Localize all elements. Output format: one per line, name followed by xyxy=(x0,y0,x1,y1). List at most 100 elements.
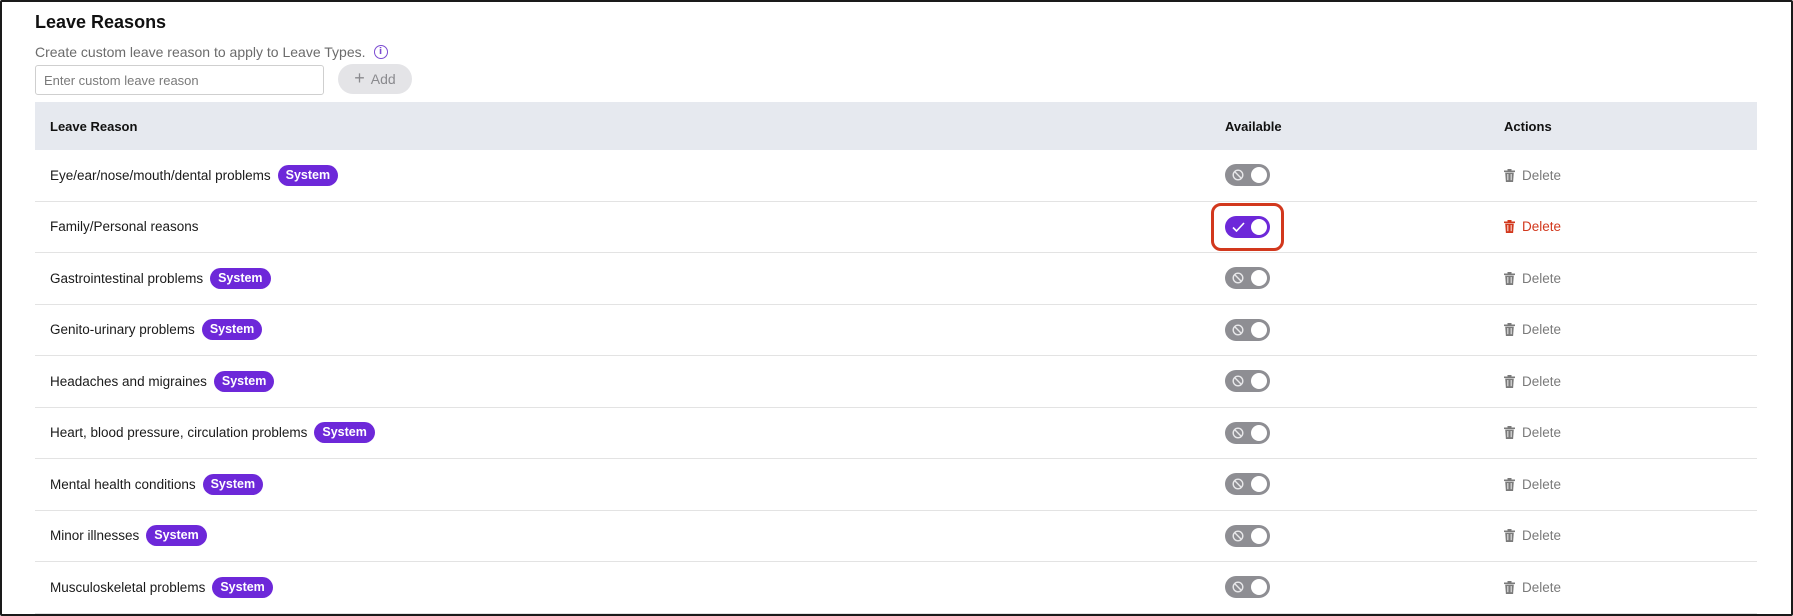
available-toggle[interactable] xyxy=(1225,524,1270,547)
leave-reason-label: Family/Personal reasons xyxy=(50,219,199,235)
available-toggle[interactable] xyxy=(1225,267,1270,290)
table-row: Gastrointestinal problems System Delete xyxy=(35,253,1757,305)
leave-reason-cell: Family/Personal reasons xyxy=(35,219,1208,234)
add-button[interactable]: + Add xyxy=(338,64,412,94)
actions-cell: Delete xyxy=(1490,528,1757,543)
delete-label: Delete xyxy=(1522,476,1562,492)
available-toggle-wrapper xyxy=(1225,524,1270,547)
available-toggle-wrapper xyxy=(1225,318,1270,341)
trash-icon xyxy=(1504,374,1515,388)
leave-reason-cell: Minor illnesses System xyxy=(35,525,1208,547)
table-row: Headaches and migraines System Delete xyxy=(35,356,1757,408)
delete-label: Delete xyxy=(1522,425,1562,441)
available-toggle[interactable] xyxy=(1225,576,1270,599)
toggle-knob xyxy=(1251,218,1267,235)
available-toggle[interactable] xyxy=(1225,370,1270,393)
available-toggle-wrapper xyxy=(1225,576,1270,599)
available-toggle-wrapper xyxy=(1225,421,1270,444)
toggle-knob xyxy=(1251,424,1267,441)
delete-label: Delete xyxy=(1522,219,1562,235)
delete-button[interactable]: Delete xyxy=(1504,219,1561,234)
toggle-knob xyxy=(1251,579,1267,596)
table-row: Musculoskeletal problems System Delete xyxy=(35,562,1757,614)
table-row: Heart, blood pressure, circulation probl… xyxy=(35,408,1757,459)
leave-reason-cell: Genito-urinary problems System xyxy=(35,319,1208,341)
available-cell xyxy=(1208,524,1490,547)
available-toggle[interactable] xyxy=(1225,473,1270,496)
table-body: Eye/ear/nose/mouth/dental problems System… xyxy=(35,150,1757,614)
trash-icon xyxy=(1504,529,1515,543)
available-cell xyxy=(1208,421,1490,444)
available-cell xyxy=(1208,202,1490,251)
subtitle-text: Create custom leave reason to apply to L… xyxy=(35,44,366,60)
ban-icon xyxy=(1231,476,1245,492)
system-badge: System xyxy=(314,422,375,444)
table-row: Minor illnesses System Delete xyxy=(35,511,1757,562)
system-badge: System xyxy=(212,576,273,598)
leave-reason-label: Gastrointestinal problems xyxy=(50,270,204,286)
leave-reason-cell: Heart, blood pressure, circulation probl… xyxy=(35,422,1208,444)
available-cell xyxy=(1208,318,1490,341)
header-available: Available xyxy=(1225,118,1282,134)
trash-icon xyxy=(1504,580,1515,594)
ban-icon xyxy=(1231,579,1245,595)
leave-reason-cell: Musculoskeletal problems System xyxy=(35,576,1208,598)
trash-icon xyxy=(1504,426,1515,440)
custom-leave-reason-input[interactable] xyxy=(35,65,324,95)
leave-reason-cell: Eye/ear/nose/mouth/dental problems System xyxy=(35,164,1208,186)
delete-label: Delete xyxy=(1522,322,1562,338)
delete-button[interactable]: Delete xyxy=(1504,374,1561,389)
trash-icon xyxy=(1504,168,1515,182)
delete-button[interactable]: Delete xyxy=(1504,271,1561,286)
actions-cell: Delete xyxy=(1490,425,1757,440)
available-cell xyxy=(1208,267,1490,290)
trash-icon xyxy=(1504,477,1515,491)
available-toggle[interactable] xyxy=(1225,164,1270,187)
toggle-knob xyxy=(1251,270,1267,287)
leave-reasons-table: Leave Reason Available Actions Eye/ear/n… xyxy=(35,102,1757,614)
actions-cell: Delete xyxy=(1490,168,1757,183)
system-badge: System xyxy=(210,267,271,289)
actions-cell: Delete xyxy=(1490,374,1757,389)
actions-cell: Delete xyxy=(1490,580,1757,595)
actions-cell: Delete xyxy=(1490,219,1757,234)
system-badge: System xyxy=(277,164,339,186)
delete-button[interactable]: Delete xyxy=(1504,168,1561,183)
leave-reasons-panel: Leave Reasons Create custom leave reason… xyxy=(0,0,1793,616)
delete-label: Delete xyxy=(1522,373,1562,389)
section-subtitle: Create custom leave reason to apply to L… xyxy=(35,44,388,60)
leave-reason-label: Musculoskeletal problems xyxy=(50,579,206,595)
available-toggle-wrapper xyxy=(1225,267,1270,290)
leave-reason-label: Minor illnesses xyxy=(50,528,140,544)
header-leave-reason: Leave Reason xyxy=(50,118,138,134)
check-icon xyxy=(1231,219,1245,235)
delete-label: Delete xyxy=(1522,270,1562,286)
actions-cell: Delete xyxy=(1490,322,1757,337)
delete-button[interactable]: Delete xyxy=(1504,322,1561,337)
leave-reason-label: Mental health conditions xyxy=(50,476,196,492)
available-toggle[interactable] xyxy=(1225,215,1270,238)
ban-icon xyxy=(1231,322,1245,338)
delete-label: Delete xyxy=(1522,167,1562,183)
toggle-knob xyxy=(1251,321,1267,338)
toggle-knob xyxy=(1251,476,1267,493)
available-toggle[interactable] xyxy=(1225,318,1270,341)
delete-button[interactable]: Delete xyxy=(1504,425,1561,440)
available-toggle-wrapper xyxy=(1225,370,1270,393)
leave-reason-label: Eye/ear/nose/mouth/dental problems xyxy=(50,167,271,183)
available-cell xyxy=(1208,370,1490,393)
toggle-knob xyxy=(1251,373,1267,390)
available-cell xyxy=(1208,164,1490,187)
trash-icon xyxy=(1504,271,1515,285)
available-toggle-wrapper xyxy=(1225,164,1270,187)
leave-reason-label: Genito-urinary problems xyxy=(50,322,195,338)
delete-button[interactable]: Delete xyxy=(1504,580,1561,595)
info-icon[interactable]: i xyxy=(373,45,388,59)
system-badge: System xyxy=(201,319,263,341)
table-row: Genito-urinary problems System Delete xyxy=(35,305,1757,356)
delete-button[interactable]: Delete xyxy=(1504,477,1561,492)
delete-button[interactable]: Delete xyxy=(1504,528,1561,543)
available-toggle[interactable] xyxy=(1225,421,1270,444)
ban-icon xyxy=(1231,167,1245,183)
system-badge: System xyxy=(213,370,275,392)
